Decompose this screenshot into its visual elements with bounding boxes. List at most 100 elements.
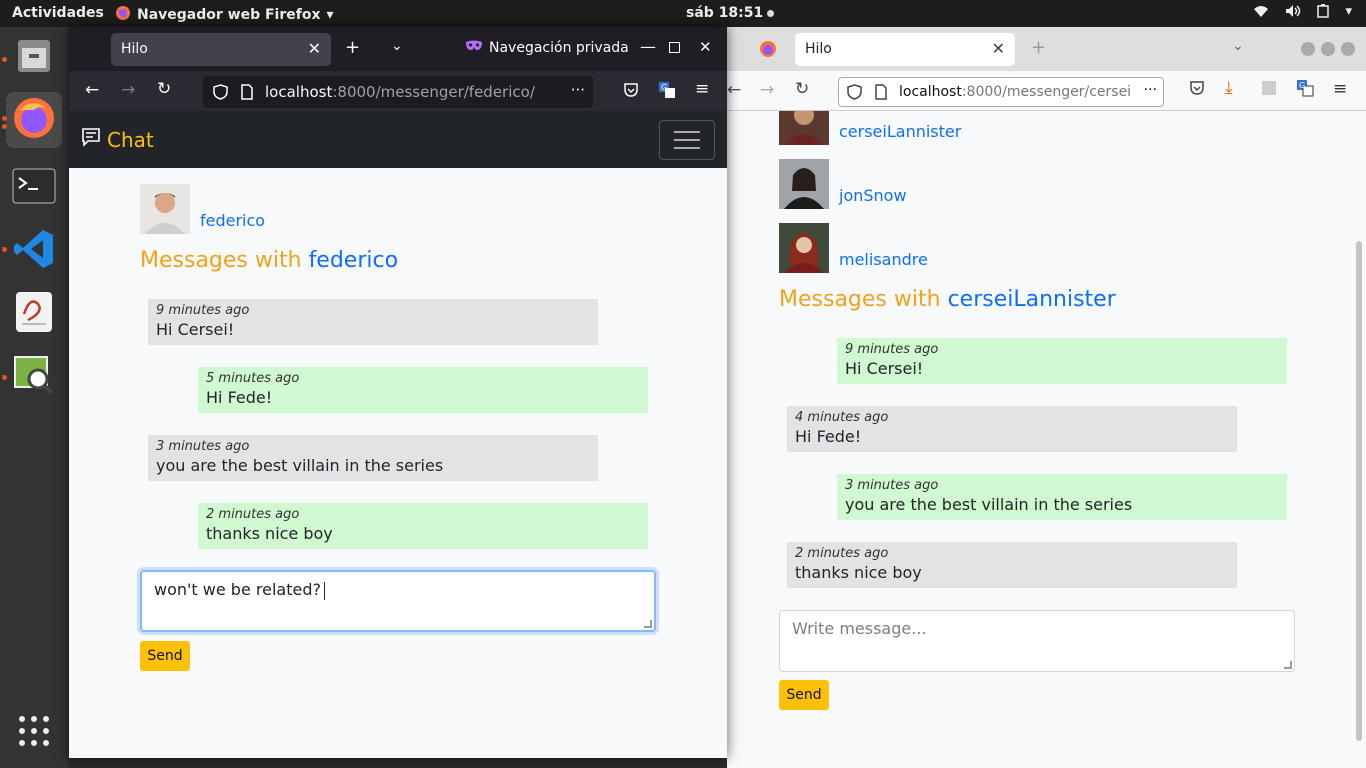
text-caret [323,581,325,600]
dock-firefox[interactable] [6,92,62,148]
tab-bar: Hilo ✕ + ⌄ [727,27,1366,71]
message-text: thanks nice boy [795,563,922,582]
message-text: Hi Fede! [795,427,862,446]
message-time: 2 minutes ago [206,507,300,522]
pocket-icon[interactable] [623,82,639,102]
chat-bubble-icon [81,127,101,152]
running-indicator [2,57,7,62]
dock-vscode[interactable] [6,223,62,279]
more-icon[interactable]: ··· [571,81,585,99]
message-bubble: 9 minutes ago Hi Cersei! [837,338,1287,384]
clock-label: sáb 18:51 [686,5,764,21]
tab-hilo[interactable]: Hilo ✕ [111,33,331,66]
navigation-toolbar: ← → ↻ localhost:8000/messenger/federico/… [69,71,727,111]
message-bubble: 3 minutes ago you are the best villain i… [148,435,598,481]
url-host: localhost [899,84,962,100]
maximize-icon[interactable] [669,42,680,53]
forward-arrow-icon[interactable]: → [760,80,774,100]
translate-icon[interactable]: G [1296,79,1314,101]
more-icon[interactable]: ··· [1139,82,1157,98]
reload-icon[interactable]: ↻ [795,79,809,99]
resize-handle-icon[interactable] [644,620,652,628]
send-button[interactable]: Send [140,641,190,671]
message-bubble: 2 minutes ago thanks nice boy [787,542,1237,588]
user-item[interactable]: melisandre [779,223,928,273]
dock-text-editor[interactable] [6,286,62,342]
close-window-button[interactable] [1341,42,1355,56]
image-viewer-icon [12,353,56,401]
message-time: 3 minutes ago [845,478,939,493]
user-link[interactable]: federico [200,211,265,234]
running-indicator [2,116,7,121]
user-item[interactable]: jonSnow [779,159,907,209]
message-input-value: won't we be related? [154,580,321,599]
message-input[interactable]: won't we be related? [140,570,656,632]
hamburger-menu-icon[interactable]: ≡ [1333,79,1347,99]
clock[interactable]: sáb 18:51 [686,5,775,21]
back-arrow-icon[interactable]: ← [727,80,741,100]
activities-button[interactable]: Actividades [12,5,104,21]
app-menu[interactable]: Navegador web Firefox ▾ [115,5,334,25]
caret-down-icon: ▾ [326,7,334,23]
terminal-icon [12,168,56,208]
resize-handle-icon[interactable] [1284,661,1292,669]
brand-label: Chat [107,127,154,152]
dock [0,27,68,768]
heading-username: federico [308,248,399,273]
message-bubble: 9 minutes ago Hi Cersei! [148,299,598,345]
user-item[interactable]: federico [140,184,265,234]
message-input[interactable]: Write message... [779,610,1295,672]
shield-icon [213,84,228,104]
reload-icon[interactable]: ↻ [157,79,171,99]
brand-link[interactable]: Chat [81,127,154,152]
forward-arrow-icon[interactable]: → [121,80,135,100]
downloads-icon[interactable]: ⤓ [1225,78,1233,98]
scrollbar[interactable] [1356,241,1362,741]
new-tab-icon[interactable]: + [1031,37,1046,58]
translate-icon[interactable]: G [658,81,676,103]
message-bubble: 5 minutes ago Hi Fede! [198,367,648,413]
pocket-icon[interactable] [1189,80,1205,100]
extension-icon[interactable] [1261,80,1277,100]
tab-list-icon[interactable]: ⌄ [1232,38,1244,54]
firefox-window-right: Hilo ✕ + ⌄ ← → ↻ localhost:8000/messenge… [727,27,1366,768]
navbar-toggler-button[interactable] [659,120,715,160]
minimize-button[interactable] [1301,42,1315,56]
notification-dot [767,9,775,17]
private-browsing-indicator: Navegación privada [465,40,629,56]
dock-terminal[interactable] [6,160,62,216]
gnome-top-bar: Actividades Navegador web Firefox ▾ sáb … [0,0,1366,27]
avatar [779,111,829,145]
user-link[interactable]: jonSnow [839,186,907,209]
close-window-icon[interactable]: ✕ [699,38,712,56]
system-tray[interactable]: ▾ [1253,4,1352,22]
message-time: 9 minutes ago [156,303,250,318]
dock-show-apps[interactable] [6,705,62,761]
toggler-bar [674,147,700,149]
new-tab-icon[interactable]: + [345,37,360,58]
maximize-button[interactable] [1321,42,1335,56]
minimize-icon[interactable]: — [640,37,656,56]
tab-list-icon[interactable]: ⌄ [391,38,403,54]
hamburger-menu-icon[interactable]: ≡ [695,79,709,99]
url-bar[interactable]: localhost:8000/messenger/federico/ ··· [203,76,593,108]
close-tab-icon[interactable]: ✕ [992,39,1005,58]
message-text: you are the best villain in the series [156,456,444,475]
message-text: thanks nice boy [206,524,333,543]
shield-icon [847,84,862,104]
tab-hilo[interactable]: Hilo ✕ [795,33,1015,66]
dock-files[interactable] [6,30,62,86]
url-bar[interactable]: localhost:8000/messenger/cersei ··· [838,77,1164,107]
dock-image-viewer[interactable] [6,349,62,405]
close-tab-icon[interactable]: ✕ [308,39,321,58]
message-text: Hi Fede! [206,388,273,407]
running-indicator [2,247,7,252]
user-item[interactable]: cerseiLannister [779,111,961,145]
back-arrow-icon[interactable]: ← [85,80,99,100]
message-input-placeholder: Write message... [792,619,927,638]
message-time: 5 minutes ago [206,371,300,386]
send-button[interactable]: Send [779,680,829,710]
user-link[interactable]: melisandre [839,250,928,273]
user-link[interactable]: cerseiLannister [839,122,961,145]
svg-text:G: G [1299,81,1305,90]
